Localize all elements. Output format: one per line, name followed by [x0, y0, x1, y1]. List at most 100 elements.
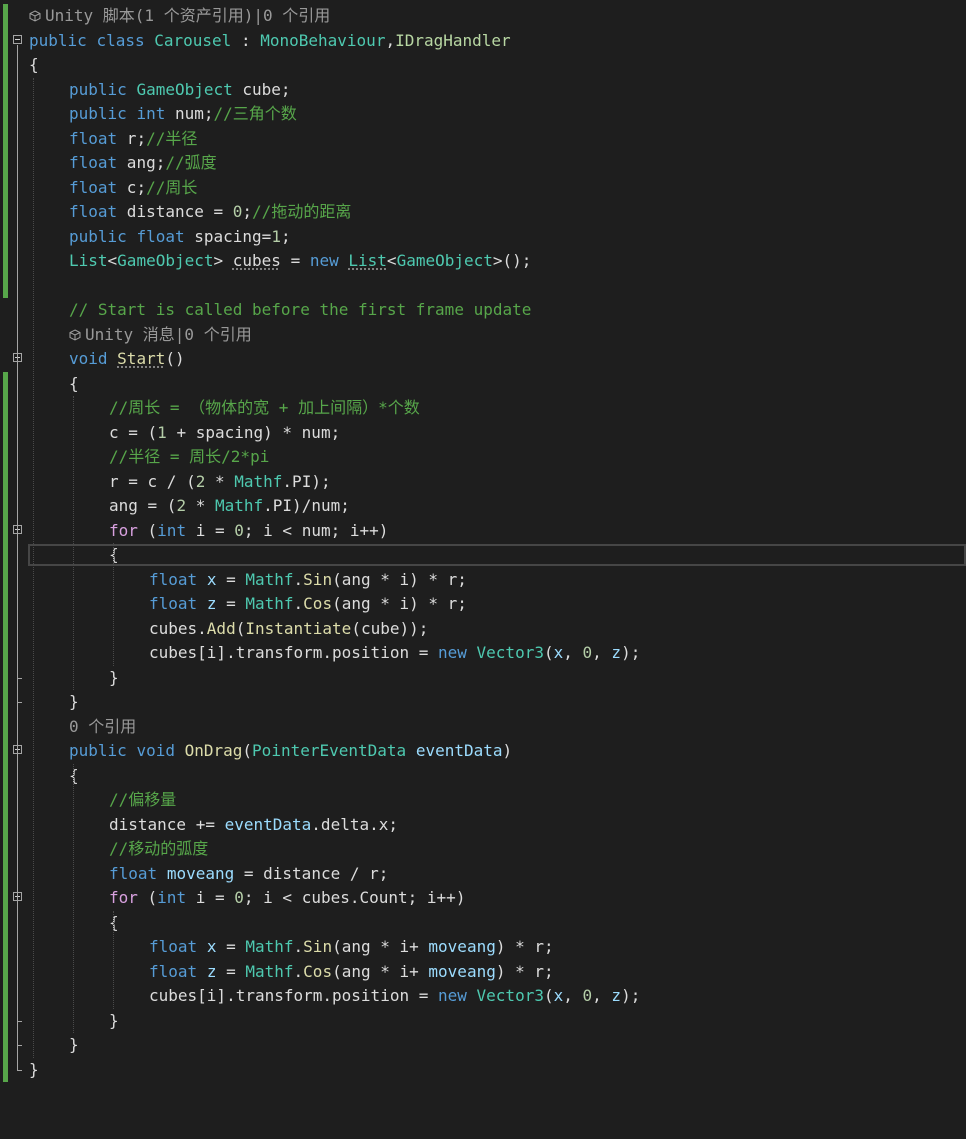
code-token: } [29, 1059, 39, 1079]
code-text: { [29, 53, 39, 78]
code-token: 2 [176, 496, 187, 515]
code-line[interactable]: } [0, 1009, 966, 1034]
code-token: Vector3 [476, 643, 544, 662]
code-line[interactable]: public class Carousel : MonoBehaviour,ID… [0, 29, 966, 54]
code-line[interactable]: float x = Mathf.Sin(ang * i) * r; [0, 568, 966, 593]
code-line[interactable]: float c;//周长 [0, 176, 966, 201]
code-line[interactable]: } [0, 1033, 966, 1058]
code-line[interactable]: float z = Mathf.Cos(ang * i+ moveang) * … [0, 960, 966, 985]
code-line[interactable]: List<GameObject> cubes = new List<GameOb… [0, 249, 966, 274]
indent-guide [113, 543, 114, 666]
code-token: (cube)); [351, 618, 429, 638]
code-line[interactable]: float r;//半径 [0, 127, 966, 152]
codelens-text[interactable]: 0 个引用 [69, 715, 136, 740]
code-token: Sin [303, 569, 333, 589]
code-line[interactable]: float moveang = distance / r; [0, 862, 966, 887]
code-token: void [136, 741, 175, 760]
code-token: { [29, 55, 39, 74]
code-line[interactable]: //移动的弧度 [0, 837, 966, 862]
code-text: float z = Mathf.Cos(ang * i) * r; [149, 592, 467, 617]
code-token: z [611, 643, 622, 662]
code-line[interactable]: } [0, 1058, 966, 1083]
code-line[interactable]: cubes[i].transform.position = new Vector… [0, 984, 966, 1009]
code-token: (ang * i+ [332, 961, 429, 981]
code-line[interactable]: float distance = 0;//拖动的距离 [0, 200, 966, 225]
code-token: public [69, 79, 127, 99]
code-line[interactable]: r = c / (2 * Mathf.PI); [0, 470, 966, 495]
code-line[interactable]: float x = Mathf.Sin(ang * i+ moveang) * … [0, 935, 966, 960]
code-line[interactable]: { [0, 372, 966, 397]
code-token: . [293, 594, 304, 613]
code-line[interactable]: public int num;//三角个数 [0, 102, 966, 127]
code-token: > [213, 251, 233, 270]
code-line[interactable]: } [0, 666, 966, 691]
code-token: = [216, 569, 246, 589]
codelens-line[interactable]: 0 个引用 [0, 715, 966, 740]
code-line[interactable]: void Start() [0, 347, 966, 372]
code-line[interactable]: float ang;//弧度 [0, 151, 966, 176]
code-text: public float spacing=1; [69, 225, 291, 250]
code-token: (ang * i) * r; [332, 594, 467, 613]
code-line[interactable]: public GameObject cube; [0, 78, 966, 103]
fold-end-marker [17, 1045, 22, 1046]
code-line[interactable]: //周长 = （物体的宽 + 加上间隔）*个数 [0, 396, 966, 421]
code-line[interactable]: } [0, 690, 966, 715]
code-lines[interactable]: Unity 脚本(1 个资产引用)|0 个引用 public class Caro… [0, 4, 966, 1082]
code-token: //半径 [146, 128, 198, 148]
code-line[interactable]: // Start is called before the first fram… [0, 298, 966, 323]
codelens-text[interactable]: Unity 消息|0 个引用 [69, 323, 252, 348]
code-token: { [69, 373, 79, 393]
code-token: * [205, 471, 235, 491]
code-line[interactable]: public void OnDrag(PointerEventData even… [0, 739, 966, 764]
code-line[interactable]: c = (1 + spacing) * num; [0, 421, 966, 446]
code-line[interactable]: for (int i = 0; i < num; i++) [0, 519, 966, 544]
code-token: = [216, 961, 246, 981]
fold-outline [17, 902, 18, 1021]
code-token: float [149, 961, 198, 981]
code-token: GameObject [396, 251, 493, 270]
fold-collapse-icon[interactable] [13, 34, 22, 44]
code-line[interactable]: //半径 = 周长/2*pi [0, 445, 966, 470]
code-line[interactable]: cubes[i].transform.position = new Vector… [0, 641, 966, 666]
code-line[interactable]: ang = (2 * Mathf.PI)/num; [0, 494, 966, 519]
code-line[interactable]: float z = Mathf.Cos(ang * i) * r; [0, 592, 966, 617]
code-token: //偏移量 [109, 790, 177, 809]
code-line[interactable]: { [0, 764, 966, 789]
code-token: new [437, 986, 467, 1005]
fold-end-marker [17, 677, 22, 679]
code-token: Cos [303, 961, 333, 981]
code-token: * [186, 496, 215, 515]
indent-guide [33, 77, 34, 1058]
code-token: moveang [428, 937, 496, 956]
code-text: //半径 = 周长/2*pi [109, 445, 269, 470]
code-line[interactable]: { [0, 53, 966, 78]
code-text: float c;//周长 [69, 176, 197, 201]
codelens-line[interactable]: Unity 脚本(1 个资产引用)|0 个引用 [0, 4, 966, 29]
code-line[interactable]: public float spacing=1; [0, 225, 966, 250]
code-token: Mathf [245, 594, 294, 613]
code-line[interactable]: for (int i = 0; i < cubes.Count; i++) [0, 886, 966, 911]
codelens-line[interactable]: Unity 消息|0 个引用 [0, 323, 966, 348]
code-text: //偏移量 [109, 788, 176, 813]
codelens-label: Unity 脚本(1 个资产引用)|0 个引用 [45, 6, 331, 25]
code-line[interactable]: distance += eventData.delta.x; [0, 813, 966, 838]
code-token: cubes. [149, 618, 207, 638]
code-token: ( [242, 741, 253, 760]
code-token: float [69, 177, 118, 197]
code-line[interactable]: { [0, 911, 966, 936]
code-line[interactable]: { [0, 543, 966, 568]
code-line[interactable]: cubes.Add(Instantiate(cube)); [0, 617, 966, 642]
codelens-text[interactable]: Unity 脚本(1 个资产引用)|0 个引用 [29, 4, 330, 29]
code-editor[interactable]: Unity 脚本(1 个资产引用)|0 个引用 public class Caro… [0, 0, 966, 1139]
code-token: . [293, 569, 304, 589]
code-line[interactable] [0, 274, 966, 299]
code-token: (ang * i) * r; [332, 569, 467, 589]
code-line[interactable]: //偏移量 [0, 788, 966, 813]
code-token: distance = [117, 202, 233, 221]
